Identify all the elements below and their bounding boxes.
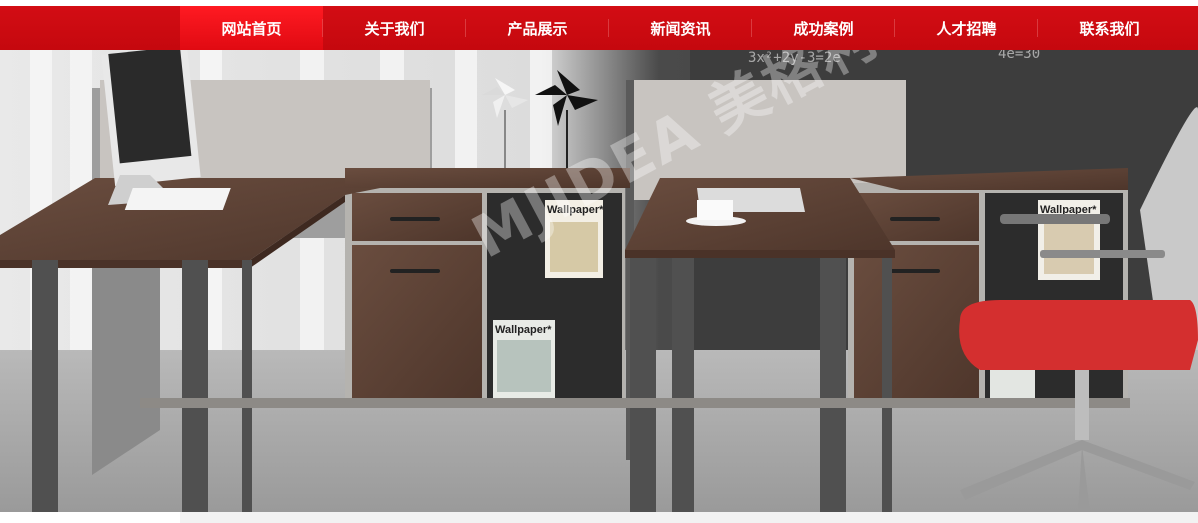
drawer-handle bbox=[890, 269, 940, 273]
magazine-title: Wallpaper* bbox=[495, 324, 552, 336]
hero-banner: Wallpaper* Wallpaper* Wallpaper* 3x²+2y-… bbox=[0, 50, 1198, 512]
drawer-handle bbox=[390, 217, 440, 221]
desk-edge-right bbox=[625, 250, 895, 258]
magazine bbox=[990, 370, 1035, 400]
main-nav: 网站首页 关于我们 产品展示 新闻资讯 成功案例 人才招聘 联系我们 bbox=[0, 6, 1198, 50]
drawer-handle bbox=[890, 217, 940, 221]
magazine: Wallpaper* bbox=[1038, 200, 1100, 280]
nav-item-label: 联系我们 bbox=[1079, 19, 1140, 38]
nav-item-contact[interactable]: 联系我们 bbox=[1038, 6, 1181, 50]
nav-item-label: 新闻资讯 bbox=[650, 19, 711, 38]
floor-rail bbox=[140, 398, 1130, 408]
office-desk-illustration: Wallpaper* Wallpaper* Wallpaper* bbox=[0, 50, 1198, 512]
nav-item-label: 关于我们 bbox=[364, 19, 425, 38]
nav-item-label: 网站首页 bbox=[221, 19, 282, 38]
bottom-strip bbox=[0, 512, 1198, 523]
nav-item-cases[interactable]: 成功案例 bbox=[752, 6, 895, 50]
drawer-file-left bbox=[352, 245, 482, 400]
nav-item-jobs[interactable]: 人才招聘 bbox=[895, 6, 1038, 50]
nav-item-products[interactable]: 产品展示 bbox=[466, 6, 609, 50]
magazine: Wallpaper* bbox=[493, 320, 555, 398]
nav-item-label: 人才招聘 bbox=[936, 19, 997, 38]
nav-item-home[interactable]: 网站首页 bbox=[180, 6, 323, 50]
chalkboard-text-2: 4e=30 bbox=[998, 50, 1041, 62]
nav-item-label: 成功案例 bbox=[793, 19, 854, 38]
bottom-strip-left bbox=[0, 512, 180, 523]
drawer-handle bbox=[390, 269, 440, 273]
nav-list: 网站首页 关于我们 产品展示 新闻资讯 成功案例 人才招聘 联系我们 bbox=[180, 6, 1181, 50]
nav-item-news[interactable]: 新闻资讯 bbox=[609, 6, 752, 50]
coffee-cup bbox=[697, 200, 733, 220]
nav-item-about[interactable]: 关于我们 bbox=[323, 6, 466, 50]
nav-item-label: 产品展示 bbox=[507, 19, 568, 38]
keyboard bbox=[124, 188, 231, 210]
